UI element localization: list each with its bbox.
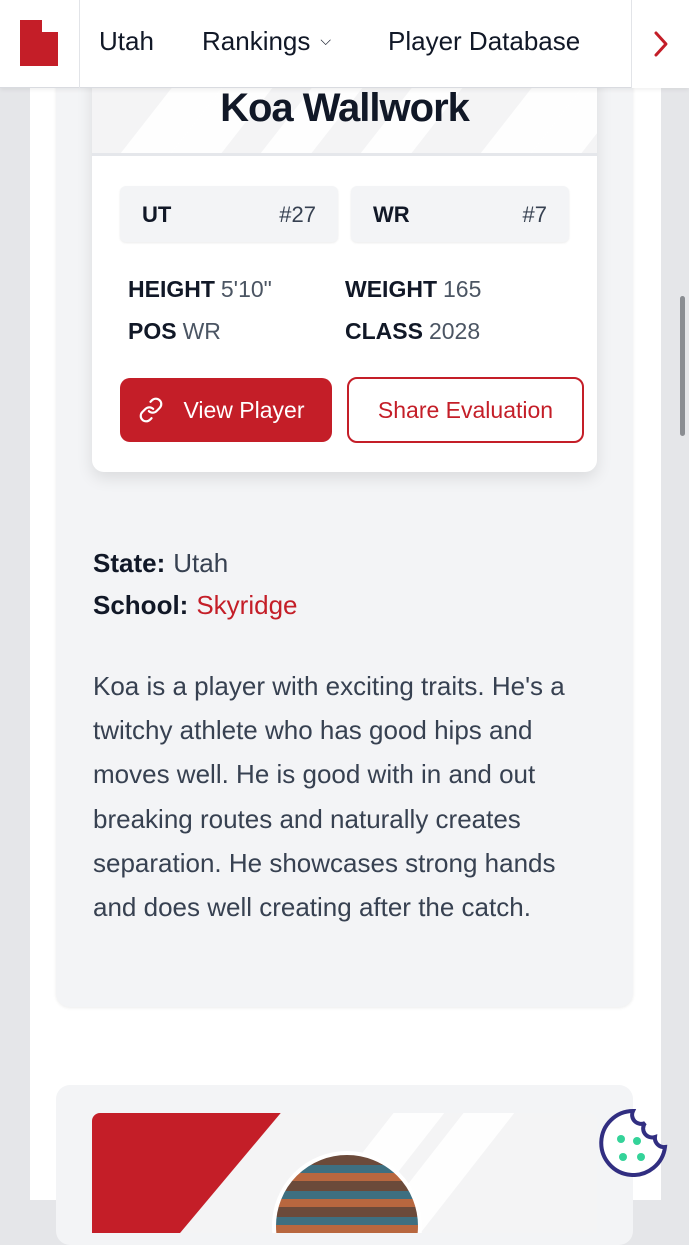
player-name: Koa Wallwork — [220, 86, 470, 130]
class-label: CLASS — [345, 318, 423, 344]
share-evaluation-label: Share Evaluation — [377, 397, 554, 423]
weight-value: 165 — [443, 276, 482, 302]
nav-player-database[interactable]: Player Database — [388, 24, 580, 58]
weight-label: WEIGHT — [345, 276, 437, 302]
state-label: State: — [93, 548, 166, 578]
state-detail: State: Utah — [93, 548, 228, 579]
pos-label: POS — [128, 318, 177, 344]
site-logo[interactable] — [0, 0, 80, 88]
top-navigation: Utah Rankings ⌵ Player Database — [0, 0, 689, 88]
school-detail: School: Skyridge — [93, 590, 298, 621]
nav-rankings[interactable]: Rankings ⌵ — [202, 24, 331, 60]
cookie-icon — [599, 1108, 668, 1177]
nav-utah-label: Utah — [99, 26, 154, 56]
player-bio: Koa is a player with exciting traits. He… — [93, 671, 565, 923]
cookie-settings-button[interactable] — [597, 1107, 669, 1179]
pos-value: WR — [182, 318, 221, 344]
position-rank-label: WR — [373, 202, 410, 227]
class-stat: CLASS 2028 — [345, 318, 480, 345]
view-player-button[interactable]: View Player — [120, 378, 332, 442]
school-link[interactable]: Skyridge — [196, 590, 297, 620]
position-stat: POS WR — [128, 318, 221, 345]
state-rank-badge: UT #27 — [120, 186, 338, 242]
chevron-down-icon: ⌵ — [320, 32, 332, 49]
class-value: 2028 — [428, 318, 481, 344]
nav-scroll-right-button[interactable] — [631, 0, 689, 88]
height-value: 5'10" — [220, 276, 272, 302]
player-card: Koa Wallwork UT #27 WR #7 HEIGHT 5'10" WE… — [92, 60, 597, 472]
height-stat: HEIGHT 5'10" — [128, 276, 272, 303]
height-label: HEIGHT — [128, 276, 215, 302]
nav-utah[interactable]: Utah — [99, 24, 154, 58]
state-rank-label: UT — [142, 202, 172, 227]
link-icon — [139, 397, 163, 423]
utah-state-icon — [20, 20, 58, 66]
nav-player-database-label: Player Database — [388, 26, 581, 56]
school-label: School: — [93, 590, 189, 620]
state-rank-value: #27 — [279, 202, 316, 227]
share-evaluation-button[interactable]: Share Evaluation — [347, 377, 584, 443]
position-rank-value: #7 — [522, 202, 547, 227]
position-rank-badge: WR #7 — [351, 186, 569, 242]
page-scrollbar[interactable] — [680, 296, 685, 436]
next-player-card-header — [92, 1113, 597, 1233]
weight-stat: WEIGHT 165 — [345, 276, 481, 303]
state-value: Utah — [173, 548, 229, 578]
view-player-label: View Player — [183, 397, 305, 423]
chevron-right-icon — [654, 31, 668, 57]
nav-rankings-label: Rankings — [202, 26, 311, 56]
